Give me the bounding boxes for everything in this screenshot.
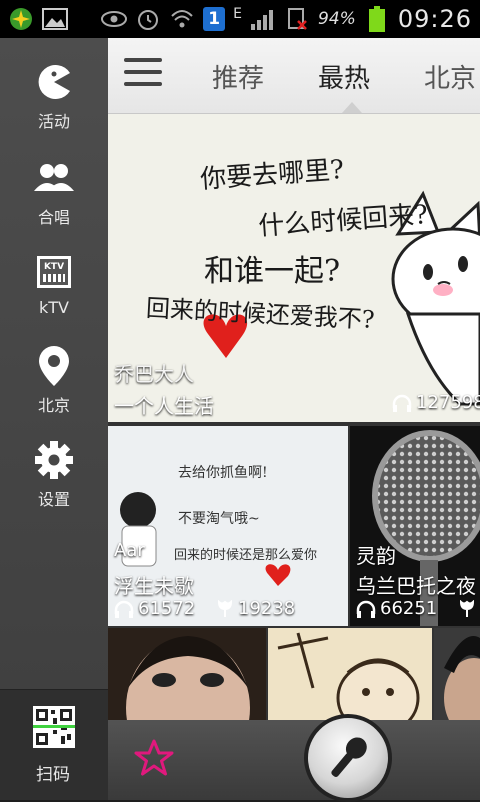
- hamburger-icon: [124, 58, 162, 62]
- card-song: 浮生未歇: [114, 574, 194, 598]
- image-text-line: 和谁一起?: [204, 254, 341, 289]
- flower-icon: [458, 599, 476, 622]
- users-icon: [32, 156, 76, 200]
- sidebar-item-label: 北京: [37, 396, 70, 415]
- play-count: 66251: [356, 598, 437, 619]
- feed: 你要去哪里? 什么时候回来? 和谁一起? 回来的时候还爱我不? 乔巴大人 一个人…: [108, 114, 480, 720]
- image-text-line: 去给你抓鱼啊!: [178, 465, 268, 481]
- battery-icon: [364, 6, 390, 32]
- microphone-icon: [331, 737, 367, 777]
- sidebar-item-chorus[interactable]: 合唱: [0, 156, 108, 246]
- sidebar-item-label: 活动: [37, 112, 70, 131]
- tab-beijing[interactable]: 北京: [424, 58, 476, 95]
- play-count-value: 61572: [138, 598, 196, 619]
- headphones-icon: [114, 600, 134, 618]
- card-user: 乔巴大人: [114, 362, 194, 386]
- battery-percentage: 94%: [318, 9, 356, 29]
- scan-label: 扫码: [36, 765, 70, 785]
- clock: 09:26: [397, 5, 472, 33]
- song-card[interactable]: [268, 628, 432, 720]
- scan-button[interactable]: 扫码: [0, 689, 108, 800]
- location-pin-icon: [32, 344, 76, 388]
- card-image: [434, 628, 480, 720]
- tab-recommended[interactable]: 推荐: [212, 58, 264, 95]
- headphones-icon: [392, 394, 412, 412]
- network-type: E: [233, 6, 243, 22]
- status-bar: 1 E 94% 09:26: [0, 0, 480, 38]
- alarm-icon: [135, 7, 161, 31]
- play-count: 127598: [392, 392, 480, 413]
- song-card[interactable]: [108, 628, 266, 720]
- signal-icon: [250, 7, 276, 31]
- sidebar: 活动 合唱 KTV kTV 北京 设置 扫码: [0, 38, 108, 800]
- like-count: 19238: [216, 598, 295, 619]
- song-card[interactable]: [434, 628, 480, 720]
- ktv-icon: KTV: [32, 250, 76, 294]
- ktv-badge: KTV: [43, 262, 65, 272]
- card-user: 灵韵: [356, 544, 396, 568]
- gear-icon: [32, 438, 76, 482]
- bottom-bar: [108, 714, 480, 802]
- flower-icon: [217, 599, 233, 617]
- favorites-button[interactable]: [134, 738, 174, 778]
- eye-icon: [101, 7, 128, 31]
- sidebar-item-label: 合唱: [37, 208, 70, 227]
- card-image: [268, 628, 432, 720]
- card-user: Aar: [114, 540, 145, 561]
- sidebar-item-settings[interactable]: 设置: [0, 438, 108, 528]
- card-song: 一个人生活: [114, 394, 214, 418]
- sidebar-item-activity[interactable]: 活动: [0, 60, 108, 150]
- pacman-icon: [32, 60, 76, 104]
- play-count-value: 127598: [416, 392, 480, 413]
- menu-button[interactable]: [124, 58, 162, 92]
- image-text-line: 回来的时候还是那么爱你: [174, 548, 318, 563]
- play-count-value: 66251: [380, 598, 438, 619]
- notification-badge-icon: 1: [203, 7, 226, 31]
- record-button[interactable]: [304, 714, 392, 802]
- play-count: 61572: [114, 598, 195, 619]
- tab-bar: 推荐 最热 北京: [108, 38, 480, 114]
- gallery-icon: [42, 7, 68, 31]
- wifi-icon: [169, 7, 195, 31]
- song-card[interactable]: 你要去哪里? 什么时候回来? 和谁一起? 回来的时候还爱我不? 乔巴大人 一个人…: [108, 114, 480, 422]
- sidebar-item-city[interactable]: 北京: [0, 344, 108, 434]
- tab-selected-indicator: [342, 102, 362, 113]
- sidebar-item-label: 设置: [37, 490, 70, 509]
- tab-hottest[interactable]: 最热: [318, 58, 370, 95]
- card-image: [108, 628, 266, 720]
- like-count-value: 19238: [238, 598, 296, 619]
- sidebar-item-label: kTV: [39, 298, 69, 317]
- song-card[interactable]: 灵韵 乌兰巴托之夜 66251: [350, 426, 480, 626]
- sidebar-item-ktv[interactable]: KTV kTV: [0, 250, 108, 340]
- card-song: 乌兰巴托之夜: [356, 574, 476, 598]
- image-text-line: 不要淘气哦~: [178, 511, 260, 527]
- app-notification-icon: [8, 7, 34, 31]
- qr-code-icon: [33, 706, 75, 752]
- sim-icon: [284, 7, 310, 31]
- star-icon: [134, 739, 174, 776]
- song-card[interactable]: 去给你抓鱼啊! 不要淘气哦~ 回来的时候还是那么爱你 Aar 浮生未歇 6157…: [108, 426, 348, 626]
- headphones-icon: [356, 600, 376, 618]
- notification-badge-text: 1: [208, 9, 221, 29]
